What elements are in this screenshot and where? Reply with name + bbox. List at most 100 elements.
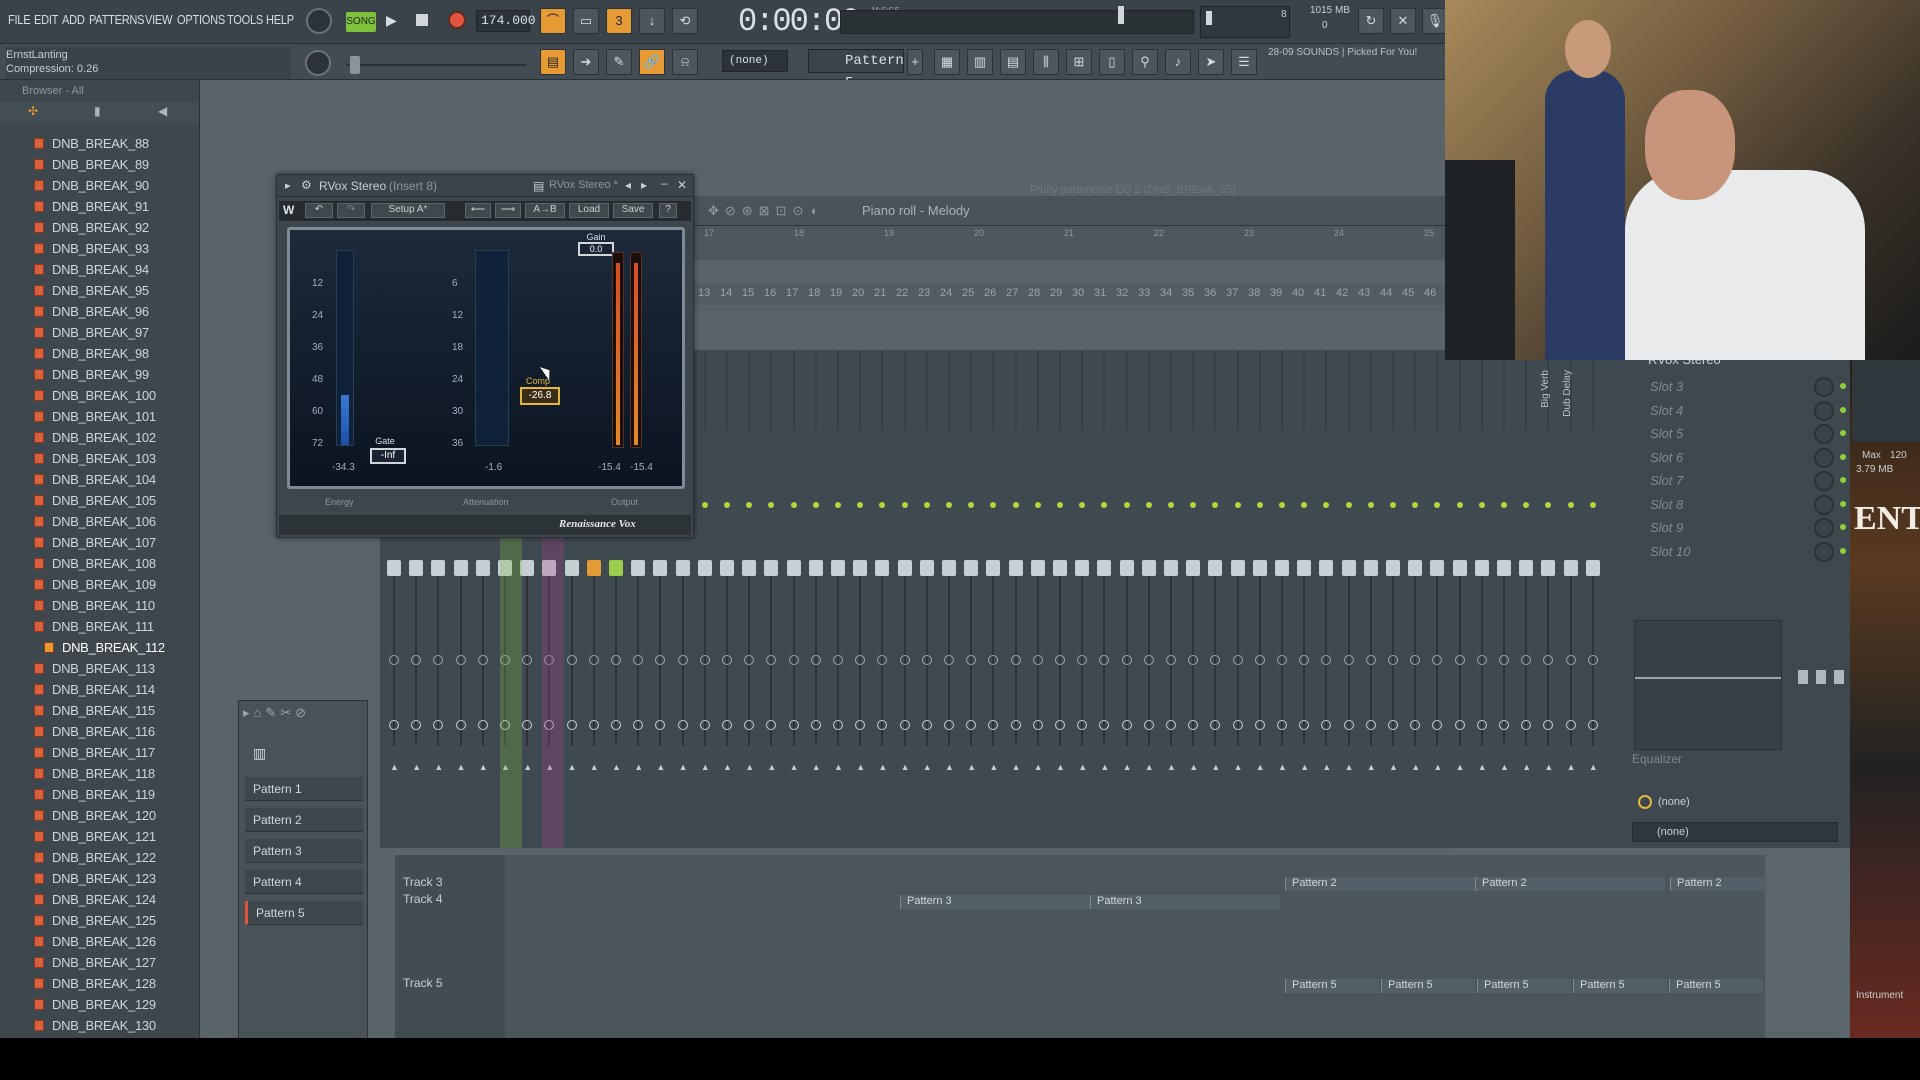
project-icon[interactable]: ▯	[1099, 49, 1125, 75]
pan-knob[interactable]	[1388, 655, 1398, 665]
stereo-knob[interactable]	[899, 720, 910, 730]
pan-knob[interactable]	[1299, 655, 1310, 665]
fader-handle[interactable]	[1585, 560, 1600, 576]
redo-icon[interactable]: ↷	[337, 203, 365, 218]
tempo-display[interactable]: 174.000	[476, 10, 536, 32]
eq-high-handle[interactable]	[1834, 670, 1844, 684]
route-arrow-icon[interactable]: ▲	[523, 762, 532, 772]
snap-selector[interactable]: (none)	[722, 50, 788, 72]
menu-view[interactable]: VIEW	[145, 12, 172, 27]
fader-handle[interactable]	[1319, 560, 1334, 576]
stereo-knob[interactable]	[921, 720, 932, 730]
browser-header[interactable]: Browser - All	[22, 85, 84, 97]
fx-slot[interactable]: Slot 8	[1636, 492, 1846, 518]
stereo-knob[interactable]	[1166, 720, 1176, 730]
stereo-knob[interactable]	[744, 720, 755, 730]
pan-knob[interactable]	[411, 655, 422, 665]
strip-led[interactable]	[1079, 502, 1086, 508]
strip-led[interactable]	[724, 502, 730, 508]
fader-handle[interactable]	[875, 560, 890, 576]
fader-handle[interactable]	[919, 560, 934, 576]
help-button[interactable]: ?	[659, 203, 677, 218]
mixer-window-icon[interactable]: ▦	[934, 49, 960, 75]
browser-item[interactable]: DNB_BREAK_120	[34, 808, 156, 829]
strip-led[interactable]	[1390, 502, 1396, 508]
route-arrow-icon[interactable]: ▲	[812, 762, 821, 772]
route-arrow-icon[interactable]: ▲	[1056, 762, 1065, 772]
route-arrow-icon[interactable]: ▲	[1367, 762, 1376, 772]
strip-led[interactable]	[1190, 502, 1197, 508]
pan-knob[interactable]	[611, 655, 621, 665]
pan-knob[interactable]	[1499, 655, 1509, 665]
pan-knob[interactable]	[1099, 655, 1110, 665]
route-arrow-icon[interactable]: ▲	[1411, 762, 1420, 772]
pan-knob[interactable]	[1565, 655, 1576, 665]
route-arrow-icon[interactable]: ▲	[568, 762, 577, 772]
clip-pattern-5[interactable]: Pattern 5	[1669, 979, 1763, 993]
stereo-knob[interactable]	[1032, 720, 1043, 730]
stereo-knob[interactable]	[477, 720, 488, 730]
arrow-icon[interactable]: ➜	[573, 49, 599, 75]
fader-handle[interactable]	[653, 560, 668, 576]
pan-knob[interactable]	[1321, 655, 1332, 665]
pan-knob[interactable]	[1343, 655, 1354, 665]
pan-knob[interactable]	[1410, 655, 1421, 665]
strip-led[interactable]	[923, 502, 930, 508]
pan-knob[interactable]	[1432, 655, 1443, 665]
fx-slot-enable-led[interactable]	[1840, 453, 1846, 460]
route-arrow-icon[interactable]: ▲	[767, 762, 776, 772]
pan-knob[interactable]	[1077, 655, 1088, 665]
fader-handle[interactable]	[1408, 560, 1423, 576]
route-arrow-icon[interactable]: ▲	[656, 762, 665, 772]
fader-handle[interactable]	[986, 560, 1001, 576]
mixer-strip[interactable]: ▲	[1427, 350, 1447, 848]
mixer-strip[interactable]: ▲	[1538, 350, 1558, 848]
browser-item[interactable]: DNB_BREAK_103	[34, 451, 156, 472]
stereo-knob[interactable]	[699, 720, 710, 730]
fx-slot-enable-led[interactable]	[1840, 383, 1846, 389]
fx-slot-mix-knob[interactable]	[1814, 541, 1834, 562]
main-pitch-knob[interactable]	[305, 50, 331, 76]
strip-led[interactable]	[746, 502, 753, 508]
prev-setup-icon[interactable]: ⟵	[465, 203, 491, 218]
brush-icon[interactable]: ✎	[606, 49, 632, 75]
rvox-prev-icon[interactable]: ◂	[625, 178, 631, 192]
stereo-knob[interactable]	[1454, 720, 1465, 730]
pattern-item[interactable]: Pattern 3	[245, 839, 363, 863]
pan-knob[interactable]	[677, 655, 688, 665]
tempo-tap-icon[interactable]: ♪	[1165, 49, 1191, 75]
stereo-knob[interactable]	[655, 720, 666, 730]
menu-add[interactable]: ADD	[62, 12, 85, 27]
fader-handle[interactable]	[1208, 560, 1223, 576]
strip-led[interactable]	[968, 502, 975, 508]
browser-item[interactable]: DNB_BREAK_110	[34, 598, 155, 619]
route-arrow-icon[interactable]: ▲	[1145, 762, 1154, 772]
fx-slot-enable-led[interactable]	[1840, 430, 1846, 436]
bell-icon[interactable]: ⍾	[672, 49, 698, 75]
route-arrow-icon[interactable]: ▲	[390, 762, 399, 772]
mixer-strip[interactable]: ▲	[1339, 350, 1359, 848]
route-output-1[interactable]: (none)	[1658, 796, 1690, 808]
stereo-knob[interactable]	[1321, 720, 1332, 730]
browser-item[interactable]: DNB_BREAK_102	[34, 430, 156, 451]
rvox-titlebar[interactable]: ▸ ⚙ RVox Stereo (Insert 8) ▤ RVox Stereo…	[277, 175, 693, 197]
strip-led[interactable]	[946, 502, 952, 508]
strip-led[interactable]	[812, 502, 819, 508]
mixer-strip[interactable]: ▲	[1139, 350, 1159, 848]
track-label-4[interactable]: Track 4	[403, 892, 443, 906]
mixer-strip[interactable]: ▲	[1028, 350, 1048, 848]
stereo-knob[interactable]	[766, 720, 777, 730]
mixer-strip[interactable]: ▲	[917, 350, 937, 848]
fader-handle[interactable]	[409, 560, 424, 576]
fx-slot-mix-knob[interactable]	[1814, 518, 1834, 538]
mixer-strip[interactable]: ▲	[1561, 350, 1581, 848]
strip-led[interactable]	[1256, 502, 1263, 508]
save-button[interactable]: Save	[613, 203, 653, 218]
browser-item[interactable]: DNB_BREAK_98	[34, 346, 149, 367]
browser-item[interactable]: DNB_BREAK_124	[34, 892, 156, 913]
piano-roll-titlebar[interactable]: ✥⊘⊛⊠⊡⊙◖ Piano roll - Melody	[694, 196, 1450, 226]
menu-help[interactable]: HELP	[266, 12, 294, 27]
stereo-knob[interactable]	[1499, 720, 1509, 730]
mixer-strip[interactable]: ▲	[872, 350, 892, 848]
fader-handle[interactable]	[1386, 560, 1400, 576]
